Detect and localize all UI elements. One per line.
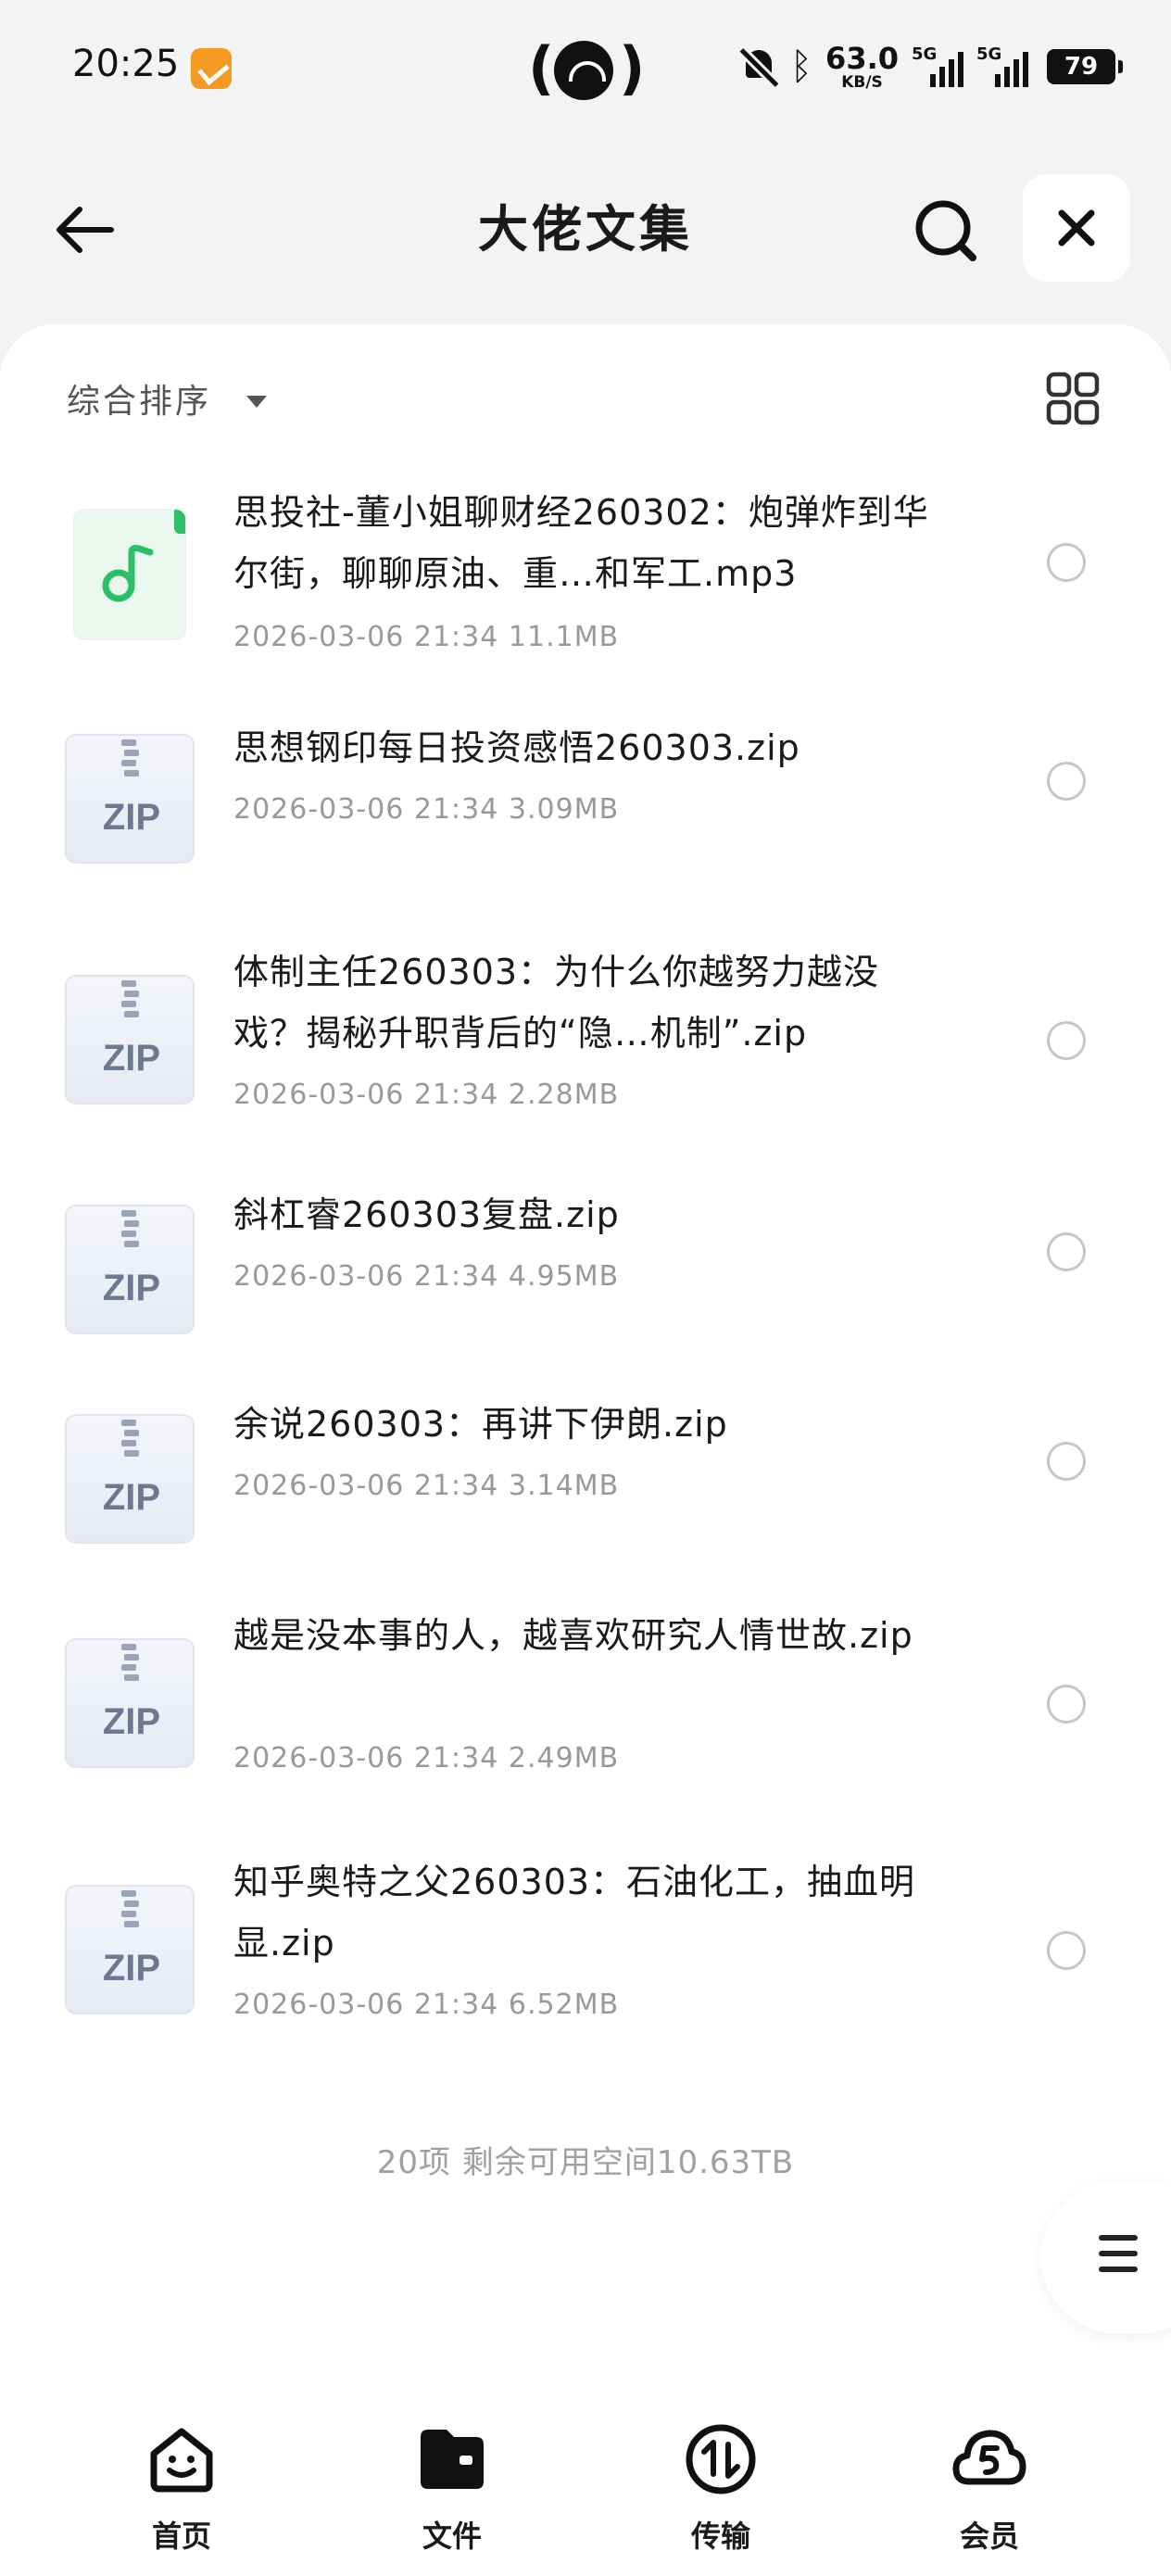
file-meta: 2026-03-06 21:34 4.95MB (233, 1260, 619, 1293)
nav-item-transfer[interactable]: 传输 (656, 2422, 786, 2561)
nav-item-vip[interactable]: 会员 (925, 2422, 1054, 2561)
signal-icon: 5G (912, 44, 963, 87)
zip-label: ZIP (102, 1038, 161, 1079)
zip-file-icon: ZIP (65, 975, 195, 1105)
file-name: 体制主任260303：为什么你越努力越没戏？揭秘升职背后的“隐…机制”.zip (233, 952, 880, 1054)
file-date: 2026-03-06 21:34 (233, 1742, 499, 1774)
file-name: 余说260303：再讲下伊朗.zip (233, 1404, 728, 1445)
bluetooth-icon: ᛒ (790, 45, 813, 88)
zip-file-icon: ZIP (65, 1205, 195, 1334)
select-radio[interactable] (1047, 1021, 1086, 1060)
vip-cloud-icon (952, 2430, 1026, 2485)
zip-file-icon: ZIP (65, 1414, 195, 1544)
status-time: 20:25 (72, 43, 180, 85)
network-speed-value: 63.0 (825, 40, 899, 76)
file-meta: 2026-03-06 21:34 2.28MB (233, 1079, 619, 1111)
file-name: 思投社-董小姐聊财经260302：炮弹炸到华尔街，聊聊原油、重…和军工.mp3 (233, 492, 929, 594)
file-date: 2026-03-06 21:34 (233, 1989, 499, 2021)
file-date: 2026-03-06 21:34 (233, 1079, 499, 1111)
caret-down-icon (246, 395, 268, 408)
audio-file-icon (65, 510, 195, 639)
network-speed-unit: KB/S (841, 72, 883, 92)
signal-icon: 5G (976, 44, 1028, 87)
transfer-icon (686, 2424, 756, 2494)
select-radio[interactable] (1047, 1232, 1086, 1271)
file-name: 思想钢印每日投资感悟260303.zip (233, 727, 800, 768)
folder-icon (421, 2430, 484, 2489)
zip-label: ZIP (102, 797, 161, 838)
file-name: 斜杠睿260303复盘.zip (233, 1194, 620, 1235)
search-button[interactable] (908, 193, 982, 267)
select-radio[interactable] (1047, 1931, 1086, 1970)
zip-label: ZIP (102, 1477, 161, 1518)
close-button[interactable] (1023, 174, 1130, 282)
select-radio[interactable] (1047, 762, 1086, 801)
file-date: 2026-03-06 21:34 (233, 1470, 499, 1502)
file-name: 越是没本事的人，越喜欢研究人情世故.zip (233, 1615, 913, 1656)
zip-file-icon: ZIP (65, 734, 195, 864)
file-size: 3.09MB (508, 793, 620, 826)
close-icon (1058, 209, 1095, 246)
file-meta: 2026-03-06 21:34 3.14MB (233, 1470, 619, 1502)
zip-label: ZIP (102, 1948, 161, 1989)
network-speed: 63.0 KB/S (825, 44, 899, 91)
menu-icon (1099, 2235, 1138, 2282)
select-radio[interactable] (1047, 1442, 1086, 1481)
file-size: 2.49MB (508, 1742, 620, 1774)
nav-label: 首页 (151, 2519, 211, 2554)
file-size: 2.28MB (508, 1079, 620, 1111)
zip-file-icon: ZIP (65, 1885, 195, 2014)
file-size: 11.1MB (508, 621, 620, 653)
grid-view-icon (1046, 372, 1100, 425)
file-meta: 2026-03-06 21:34 3.09MB (233, 793, 619, 826)
nav-item-files[interactable]: 文件 (387, 2422, 517, 2561)
grid-view-button[interactable] (1045, 371, 1101, 426)
zip-label: ZIP (102, 1701, 161, 1742)
file-meta: 2026-03-06 21:34 2.49MB (233, 1742, 619, 1774)
header: 大佬文集 (0, 167, 1171, 287)
hotspot-icon: ( ) (528, 34, 646, 102)
home-smile-icon (150, 2428, 213, 2493)
page-title: 大佬文集 (478, 200, 693, 259)
bell-off-icon (740, 46, 777, 87)
file-size: 3.14MB (508, 1470, 620, 1502)
status-bar: 20:25 ( ) ᛒ 63.0 KB/S 5G 5G 79 (0, 0, 1171, 139)
file-list-card: 综合排序 思投社-董小姐聊财经260302：炮弹炸到华尔街，聊聊原油、重…和军工… (0, 324, 1171, 2409)
status-indicators: ᛒ 63.0 KB/S 5G 5G 79 (740, 39, 1123, 95)
battery-icon: 79 (1047, 49, 1123, 84)
select-radio[interactable] (1047, 543, 1086, 582)
file-size: 6.52MB (508, 1989, 620, 2021)
file-size: 4.95MB (508, 1260, 620, 1293)
storage-summary: 20项 剩余可用空间10.63TB (376, 2144, 795, 2181)
zip-label: ZIP (102, 1268, 161, 1308)
select-radio[interactable] (1047, 1685, 1086, 1724)
file-date: 2026-03-06 21:34 (233, 793, 499, 826)
nav-label: 传输 (690, 2519, 750, 2554)
app-notification-icon (191, 48, 232, 89)
battery-level: 79 (1064, 53, 1099, 81)
file-date: 2026-03-06 21:34 (233, 621, 499, 653)
nav-label: 文件 (422, 2519, 482, 2554)
file-name: 知乎奥特之父260303：石油化工，抽血明显.zip (233, 1862, 916, 1964)
zip-file-icon: ZIP (65, 1638, 195, 1768)
file-meta: 2026-03-06 21:34 6.52MB (233, 1989, 619, 2021)
file-date: 2026-03-06 21:34 (233, 1260, 499, 1293)
bottom-nav: 首页 文件 传输 会员 (0, 2409, 1171, 2576)
file-meta: 2026-03-06 21:34 11.1MB (233, 621, 619, 653)
sort-label: 综合排序 (67, 383, 212, 421)
nav-item-home[interactable]: 首页 (117, 2422, 246, 2561)
nav-label: 会员 (959, 2519, 1019, 2554)
sort-dropdown[interactable]: 综合排序 (67, 373, 268, 424)
search-icon (915, 200, 976, 261)
